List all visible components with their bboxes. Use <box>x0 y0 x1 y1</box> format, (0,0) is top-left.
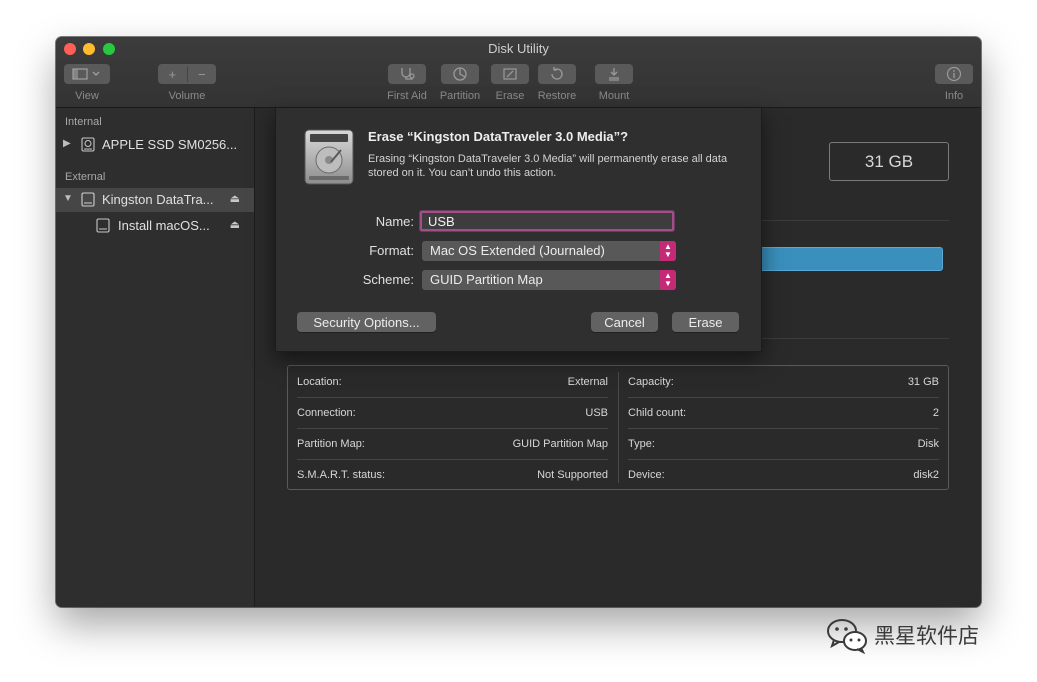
dialog-title: Erase “Kingston DataTraveler 3.0 Media”? <box>368 129 629 144</box>
info-label: Capacity: <box>628 376 674 388</box>
view-button[interactable] <box>64 64 110 84</box>
info-value: 31 GB <box>907 376 939 388</box>
security-options-button[interactable]: Security Options... <box>297 312 436 332</box>
eraser-icon <box>503 68 517 80</box>
info-table: Location: External Connection: USB Parti… <box>287 365 949 490</box>
sidebar-item-install-macos[interactable]: Install macOS... ⏏ <box>56 214 254 238</box>
capacity-badge: 31 GB <box>829 142 949 181</box>
info-label: Connection: <box>297 407 356 419</box>
info-icon <box>946 66 962 82</box>
erase-toolbar-button[interactable] <box>491 64 529 84</box>
sidebar-item-kingston[interactable]: ▼ Kingston DataTra... ⏏ <box>56 188 254 212</box>
format-select[interactable]: Mac OS Extended (Journaled) ▲ ▼ <box>422 241 676 261</box>
info-value: External <box>567 376 608 388</box>
name-input[interactable] <box>420 211 674 231</box>
toolbar: Disk Utility View + − Volume First Aid P… <box>56 37 981 108</box>
partition-button[interactable] <box>441 64 479 84</box>
sidebar-heading-internal: Internal <box>65 116 102 128</box>
window-title: Disk Utility <box>488 41 549 56</box>
sidebar-item-apple-ssd[interactable]: ▶ APPLE SSD SM0256... <box>56 133 254 157</box>
hard-drive-icon <box>304 129 354 185</box>
column-separator <box>618 372 619 483</box>
info-row-device: Device: disk2 <box>628 460 939 490</box>
watermark-text: 黑星软件店 <box>874 625 979 648</box>
info-row-partition-map: Partition Map: GUID Partition Map <box>297 429 608 460</box>
sidebar-heading-external: External <box>65 171 106 183</box>
restore-label: Restore <box>537 90 577 102</box>
disclosure-triangle-icon[interactable]: ▶ <box>63 138 71 149</box>
volume-label: Volume <box>168 90 206 102</box>
info-row-connection: Connection: USB <box>297 398 608 429</box>
restore-button[interactable] <box>538 64 576 84</box>
info-label: Child count: <box>628 407 687 419</box>
info-button[interactable] <box>935 64 973 84</box>
internal-disk-icon <box>81 137 95 152</box>
remove-volume-button[interactable]: − <box>186 66 216 82</box>
first-aid-button[interactable] <box>388 64 426 84</box>
view-label: View <box>75 90 99 102</box>
info-row-type: Type: Disk <box>628 429 939 460</box>
sidebar-view-icon <box>72 68 100 80</box>
wechat-icon <box>827 619 867 654</box>
disclosure-triangle-icon[interactable]: ▼ <box>63 193 73 204</box>
info-value: Disk <box>917 438 939 450</box>
name-label: Name: <box>375 214 414 229</box>
cancel-button[interactable]: Cancel <box>591 312 658 332</box>
dialog-message: Erasing “Kingston DataTraveler 3.0 Media… <box>368 153 728 179</box>
info-label: Type: <box>628 438 655 450</box>
eject-icon[interactable]: ⏏ <box>230 192 240 205</box>
erase-button[interactable]: Erase <box>672 312 739 332</box>
scheme-select[interactable]: GUID Partition Map ▲ ▼ <box>422 270 676 290</box>
sidebar-item-label: APPLE SSD SM0256... <box>102 137 238 152</box>
info-value: disk2 <box>913 469 939 481</box>
mount-icon <box>609 68 619 81</box>
format-label: Format: <box>369 243 414 258</box>
sidebar-item-label: Kingston DataTra... <box>102 192 214 207</box>
info-row-location: Location: External <box>297 367 608 398</box>
stethoscope-icon <box>401 68 415 80</box>
scheme-label: Scheme: <box>362 272 414 287</box>
info-value: GUID Partition Map <box>512 438 608 450</box>
sidebar: Internal ▶ APPLE SSD SM0256... External … <box>56 108 255 607</box>
scheme-value: GUID Partition Map <box>430 272 543 287</box>
partition-label: Partition <box>439 90 481 102</box>
first-aid-label: First Aid <box>387 90 427 102</box>
add-volume-button[interactable]: + <box>158 67 186 82</box>
watermark: 黑星软件店 <box>826 616 979 654</box>
info-value: USB <box>585 407 608 419</box>
info-row-capacity: Capacity: 31 GB <box>628 367 939 398</box>
restore-icon <box>551 67 563 80</box>
info-value: Not Supported <box>537 469 608 481</box>
select-arrows-icon: ▲ ▼ <box>660 270 676 290</box>
sidebar-item-label: Install macOS... <box>118 218 210 233</box>
volume-button-group: + − <box>158 64 216 84</box>
info-label: Partition Map: <box>297 438 365 450</box>
usage-bar <box>755 247 943 271</box>
volume-disk-icon <box>96 218 110 233</box>
erase-dialog: Erase “Kingston DataTraveler 3.0 Media”?… <box>275 108 762 352</box>
mount-button[interactable] <box>595 64 633 84</box>
erase-toolbar-label: Erase <box>495 90 525 102</box>
disk-utility-window: Disk Utility View + − Volume First Aid P… <box>56 37 981 607</box>
select-arrows-icon: ▲ ▼ <box>660 241 676 261</box>
external-disk-icon <box>81 192 95 207</box>
pie-chart-icon <box>453 67 467 81</box>
info-value: 2 <box>932 407 939 419</box>
info-label: S.M.A.R.T. status: <box>297 469 386 481</box>
info-row-smart-status: S.M.A.R.T. status: Not Supported <box>297 460 608 490</box>
mount-label: Mount <box>598 90 630 102</box>
info-label: Device: <box>628 469 665 481</box>
info-label: Location: <box>297 376 342 388</box>
format-value: Mac OS Extended (Journaled) <box>430 243 605 258</box>
info-row-child-count: Child count: 2 <box>628 398 939 429</box>
info-label: Info <box>944 90 964 102</box>
eject-icon[interactable]: ⏏ <box>230 218 240 231</box>
